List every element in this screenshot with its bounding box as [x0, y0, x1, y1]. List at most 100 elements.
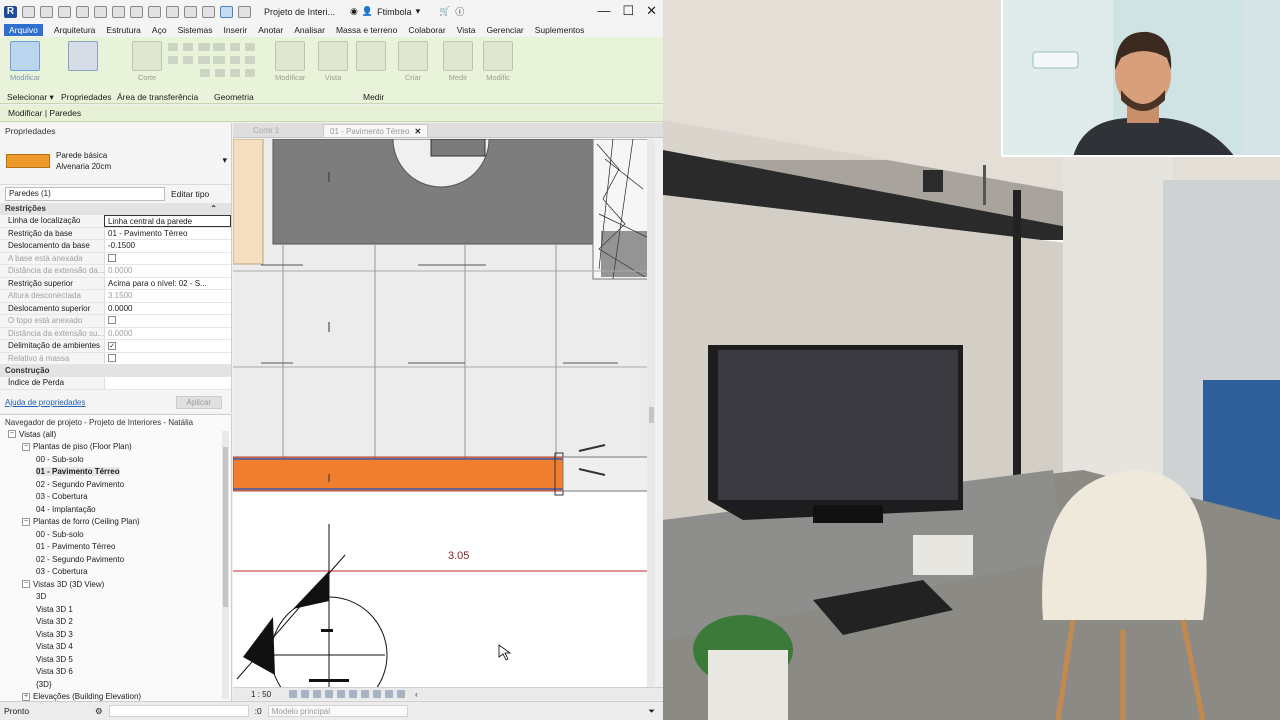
group-constraints[interactable]: Restrições ⌃	[0, 203, 231, 215]
browser-item[interactable]: 00 - Sub-solo	[0, 528, 231, 541]
create-button[interactable]: Criar	[398, 41, 428, 82]
properties-button[interactable]	[68, 41, 98, 73]
property-row[interactable]: A base está anexada	[0, 252, 231, 265]
cart-icon[interactable]: 🛒	[439, 6, 450, 17]
browser-item[interactable]: − Vistas 3D (3D View)	[0, 578, 231, 591]
edit-type-button[interactable]: Editar tipo	[171, 189, 209, 199]
highlight-icon[interactable]	[397, 690, 406, 698]
save-icon[interactable]	[40, 5, 53, 18]
prop-value[interactable]: 3.1500	[104, 290, 231, 302]
collapse-icon[interactable]: −	[22, 517, 30, 526]
visual-style-icon[interactable]	[301, 690, 310, 698]
prop-value[interactable]: -0.1500	[104, 240, 231, 252]
browser-item[interactable]: 01 - Pavimento Térreo	[0, 541, 231, 554]
tab-sistemas[interactable]: Sistemas	[178, 25, 213, 35]
shadows-icon[interactable]	[325, 690, 334, 698]
3d-view-icon[interactable]	[184, 5, 197, 18]
browser-item[interactable]: 00 - Sub-solo	[0, 453, 231, 466]
drawing-canvas[interactable]: 3.05	[233, 139, 655, 687]
modify-wall-button[interactable]: Modific	[483, 41, 513, 82]
collapse-icon[interactable]: −	[22, 442, 30, 451]
browser-item[interactable]: Vista 3D 3	[0, 628, 231, 641]
checkbox[interactable]	[108, 253, 116, 262]
browser-item[interactable]: Vista 3D 2	[0, 616, 231, 629]
modify-button[interactable]: Modificar	[10, 41, 40, 82]
dimension-label[interactable]: 3.05	[448, 550, 469, 562]
prop-value[interactable]: Linha central da parede	[104, 215, 231, 227]
measure-button[interactable]	[356, 41, 386, 73]
browser-item[interactable]: − Plantas de forro (Ceiling Plan)	[0, 516, 231, 529]
tab-analisar[interactable]: Analisar	[294, 25, 325, 35]
workset-icon[interactable]: ⚙	[95, 706, 103, 717]
redo-icon[interactable]	[94, 5, 107, 18]
browser-item[interactable]: − Vistas (all)	[0, 428, 231, 441]
browser-item[interactable]: {3D}	[0, 678, 231, 691]
property-row[interactable]: Deslocamento superior 0.0000	[0, 302, 231, 315]
close-button[interactable]: ✕	[646, 3, 657, 19]
prop-value[interactable]	[104, 252, 231, 264]
undo-icon[interactable]	[76, 5, 89, 18]
property-row[interactable]: Linha de localização Linha central da par…	[0, 215, 231, 228]
show-crop-icon[interactable]	[349, 690, 358, 698]
browser-item[interactable]: Vista 3D 5	[0, 653, 231, 666]
browser-item[interactable]: 3D	[0, 591, 231, 604]
modify-tools-button[interactable]: Modificar	[275, 41, 305, 82]
prop-value[interactable]: 0.0000	[104, 302, 231, 314]
maximize-button[interactable]: ☐	[622, 3, 634, 19]
dimension-icon[interactable]	[148, 5, 161, 18]
property-row[interactable]: Restrição superior Acima para o nível: 02…	[0, 277, 231, 290]
temp-hide-icon[interactable]	[361, 690, 370, 698]
checkbox[interactable]	[108, 316, 116, 324]
workset-field[interactable]	[108, 705, 249, 717]
analysis-icon[interactable]	[385, 690, 394, 698]
revit-logo-icon[interactable]: R	[4, 5, 17, 18]
close-tab-icon[interactable]: ✕	[414, 127, 421, 136]
mode-button[interactable]: Medir	[443, 41, 473, 82]
tab-corte-1[interactable]: Corte 1	[247, 124, 285, 137]
tab-arquitetura[interactable]: Arquitetura	[54, 25, 96, 35]
prop-value[interactable]	[104, 377, 231, 389]
crop-icon[interactable]	[337, 690, 346, 698]
tab-arquivo[interactable]: Arquivo	[4, 24, 43, 36]
apply-button[interactable]: Aplicar	[175, 395, 222, 409]
property-row[interactable]: Restrição da base 01 - Pavimento Térreo	[0, 227, 231, 240]
prop-value[interactable]: 0.0000	[104, 327, 231, 339]
properties-help-link[interactable]: Ajuda de propriedades	[5, 398, 86, 407]
open-icon[interactable]	[22, 5, 35, 18]
tab-suplementos[interactable]: Suplementos	[535, 25, 585, 35]
property-row[interactable]: Relativo à massa	[0, 352, 231, 365]
prop-value[interactable]	[104, 315, 231, 327]
browser-item[interactable]: Vista 3D 6	[0, 666, 231, 679]
property-row[interactable]: Distância da extensão su... 0.0000	[0, 327, 231, 340]
tab-pavimento-terreo[interactable]: 01 - Pavimento Térreo ✕	[323, 124, 429, 137]
sync-icon[interactable]	[58, 5, 71, 18]
prop-value[interactable]: Acima para o nível: 02 - S...	[104, 277, 231, 289]
view-button[interactable]: Vista	[318, 41, 348, 82]
section-icon[interactable]	[202, 5, 215, 18]
property-row[interactable]: Delimitação de ambientes ✓	[0, 340, 231, 353]
design-option-field[interactable]: Modelo principal	[267, 705, 408, 717]
help-icon[interactable]: ⓘ	[455, 5, 464, 18]
property-row[interactable]: Deslocamento da base -0.1500	[0, 240, 231, 253]
property-row[interactable]: O topo está anexado	[0, 315, 231, 328]
prop-value[interactable]: ✓	[104, 340, 231, 352]
tab-inserir[interactable]: Inserir	[224, 25, 248, 35]
scroll-left-icon[interactable]: ‹	[415, 690, 418, 699]
tab-gerenciar[interactable]: Gerenciar	[486, 25, 523, 35]
tab-colaborar[interactable]: Colaborar	[408, 25, 445, 35]
prop-value[interactable]: 01 - Pavimento Térreo	[104, 227, 231, 239]
prop-value[interactable]: 0.0000	[104, 265, 231, 277]
instance-filter[interactable]: Paredes (1)	[5, 187, 165, 201]
reveal-hidden-icon[interactable]	[373, 690, 382, 698]
tab-anotar[interactable]: Anotar	[258, 25, 283, 35]
panel-select[interactable]: Selecionar ▾	[7, 92, 54, 103]
browser-item[interactable]: 04 - Implantação	[0, 503, 231, 516]
canvas-scrollbar[interactable]	[647, 139, 655, 687]
property-row[interactable]: Altura desconectada 3.1500	[0, 290, 231, 303]
scale-label[interactable]: 1 : 50	[251, 690, 271, 699]
type-selector[interactable]: Parede básica Alvenaria 20cm ▾	[0, 137, 231, 185]
user-sign-in[interactable]: ◉ 👤 Ftimbola ▾	[350, 6, 420, 17]
browser-item[interactable]: 02 - Segundo Pavimento	[0, 553, 231, 566]
tab-massa[interactable]: Massa e terreno	[336, 25, 397, 35]
group-construction[interactable]: Construção	[0, 365, 231, 377]
